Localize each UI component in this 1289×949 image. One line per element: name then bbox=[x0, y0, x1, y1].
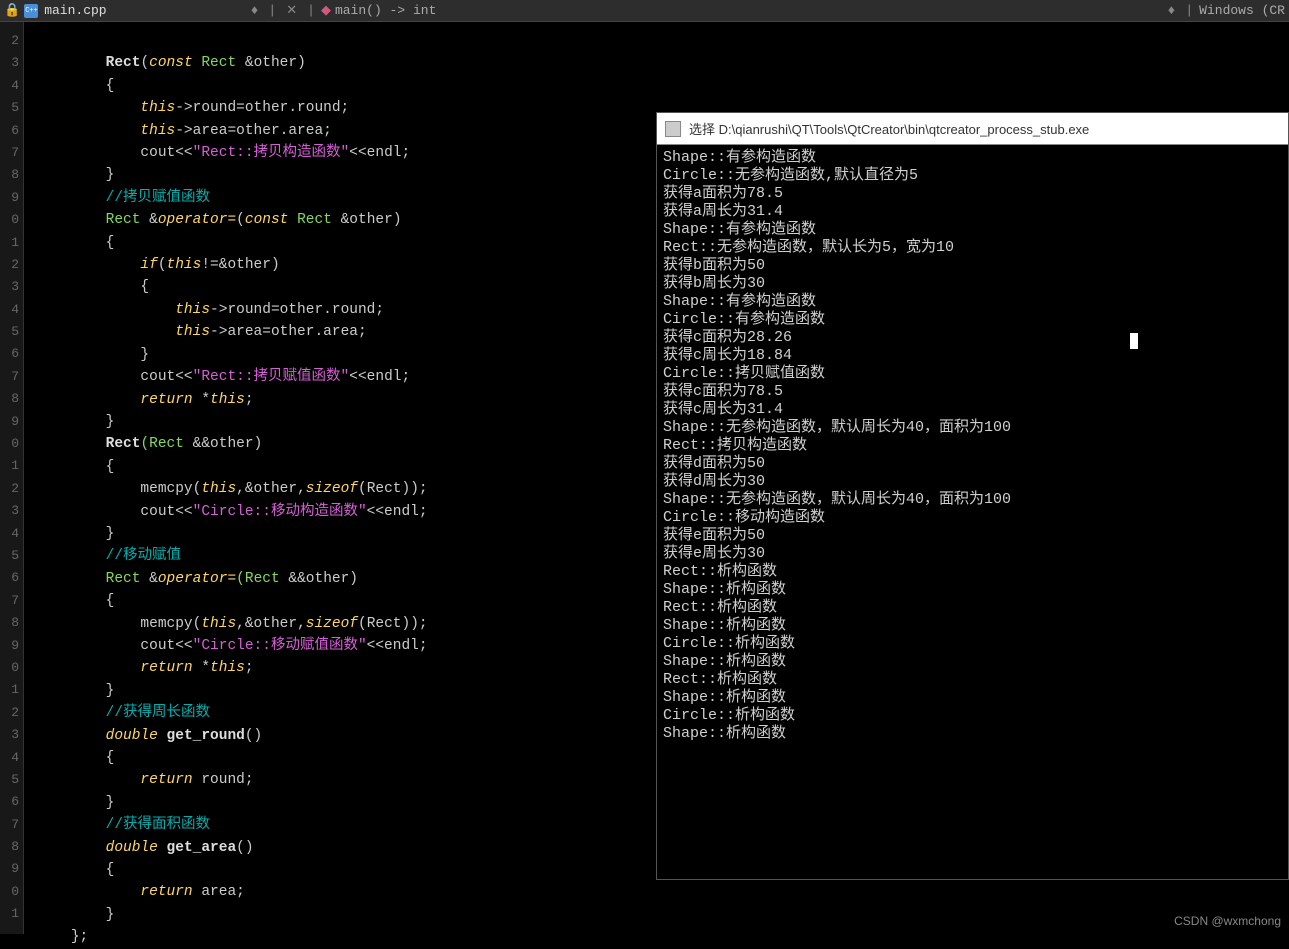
file-tab[interactable]: main.cpp bbox=[44, 3, 106, 18]
watermark: CSDN @wxmchong bbox=[1174, 914, 1281, 928]
console-titlebar[interactable]: 选择 D:\qianrushi\QT\Tools\QtCreator\bin\q… bbox=[657, 113, 1288, 145]
close-icon[interactable]: ✕ bbox=[286, 3, 297, 18]
text-cursor bbox=[1130, 333, 1138, 349]
encoding-label[interactable]: Windows (CR bbox=[1199, 3, 1285, 18]
console-title: 选择 D:\qianrushi\QT\Tools\QtCreator\bin\q… bbox=[689, 119, 1089, 138]
console-output: Shape::有参构造函数 Circle::无参构造函数,默认直径为5 获得a面… bbox=[657, 145, 1288, 747]
console-window[interactable]: 选择 D:\qianrushi\QT\Tools\QtCreator\bin\q… bbox=[656, 112, 1289, 880]
lock-icon: 🔒 bbox=[4, 3, 20, 18]
function-icon: ◆ bbox=[321, 3, 331, 18]
editor-topbar: 🔒 main.cpp ♦ | ✕ | ◆ main() -> int ♦ | W… bbox=[0, 0, 1289, 22]
console-icon bbox=[665, 121, 681, 137]
function-breadcrumb[interactable]: main() -> int bbox=[335, 3, 436, 18]
dropdown-icon[interactable]: ♦ bbox=[251, 3, 259, 18]
cpp-file-icon bbox=[24, 4, 38, 18]
dropdown-icon[interactable]: ♦ bbox=[1168, 3, 1176, 18]
line-gutter: 2345678901234567890123456789012345678901 bbox=[0, 22, 24, 934]
